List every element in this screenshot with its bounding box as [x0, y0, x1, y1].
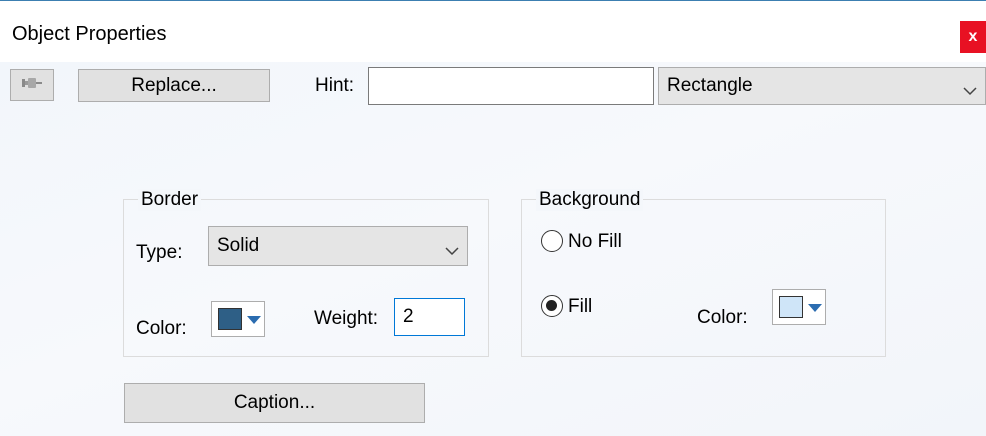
hint-label: Hint: [315, 75, 355, 96]
replace-button[interactable]: Replace... [78, 69, 270, 102]
border-weight-label: Weight: [314, 308, 379, 329]
fill-radio-selected-dot [546, 300, 557, 311]
border-type-select[interactable]: Solid [208, 226, 468, 266]
background-color-swatch [779, 296, 803, 318]
no-fill-radio[interactable] [541, 230, 563, 252]
background-color-picker[interactable] [772, 289, 826, 325]
fill-label: Fill [568, 296, 593, 317]
border-group-title: Border [138, 189, 202, 211]
dropdown-arrow-icon [247, 316, 261, 324]
hint-input[interactable] [368, 67, 654, 105]
border-type-label: Type: [136, 242, 183, 263]
title-bar: Object Properties x [0, 0, 986, 62]
border-color-picker[interactable] [211, 301, 265, 337]
border-color-swatch [218, 308, 242, 330]
close-button[interactable]: x [960, 21, 986, 53]
window-title: Object Properties [12, 23, 167, 45]
dropdown-arrow-icon [808, 304, 822, 312]
background-group [521, 199, 886, 357]
chevron-down-icon [445, 240, 459, 262]
caption-button-label: Caption... [233, 392, 316, 413]
caption-button[interactable]: Caption... [124, 383, 425, 423]
shape-type-value: Rectangle [667, 75, 753, 96]
shape-type-select[interactable]: Rectangle [658, 67, 986, 105]
background-color-label: Color: [697, 307, 748, 328]
replace-button-label: Replace... [131, 74, 217, 96]
border-color-label: Color: [136, 318, 187, 339]
properties-panel: Replace... Hint: Rectangle Border Type: … [0, 62, 986, 436]
border-weight-input[interactable]: 2 [394, 298, 465, 336]
pin-button[interactable] [10, 69, 54, 101]
chevron-down-icon [963, 80, 977, 102]
pin-icon [21, 76, 43, 94]
no-fill-label: No Fill [568, 231, 622, 252]
close-icon: x [968, 28, 978, 45]
fill-radio[interactable] [541, 295, 563, 317]
background-group-title: Background [536, 189, 644, 211]
border-type-value: Solid [217, 235, 260, 256]
